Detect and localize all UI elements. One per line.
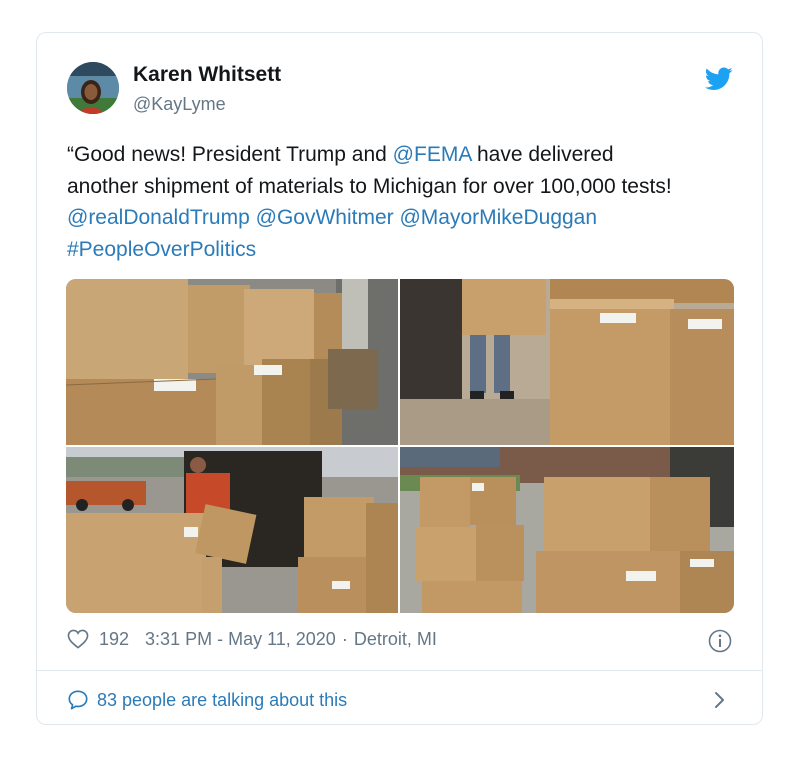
tweet-location[interactable]: Detroit, MI — [354, 629, 437, 650]
avatar[interactable] — [67, 62, 119, 114]
chevron-right-icon[interactable] — [713, 688, 727, 712]
speech-bubble-icon — [68, 690, 88, 710]
photo-boxes-lot[interactable] — [400, 447, 734, 613]
conversation-link[interactable]: 83 people are talking about this — [67, 687, 347, 713]
mention-link[interactable]: @GovWhitmer — [256, 206, 394, 229]
mention-link[interactable]: @FEMA — [393, 143, 472, 166]
mention-link[interactable]: @MayorMikeDuggan — [399, 206, 597, 229]
author-handle[interactable]: @KayLyme — [133, 94, 226, 115]
tweet-text-segment: “Good news! President Trump and — [67, 143, 393, 166]
tweet-meta: 192 3:31 PM - May 11, 2020 · Detroit, MI — [67, 627, 437, 651]
like-count[interactable]: 192 — [99, 629, 129, 650]
photo-boxes-warehouse-2[interactable] — [400, 279, 734, 445]
tweet-text-line: @realDonaldTrump @GovWhitmer @MayorMikeD… — [67, 202, 737, 234]
tweet-text-line: “Good news! President Trump and @FEMA ha… — [67, 139, 737, 171]
tweet-text-line: #PeopleOverPolitics — [67, 234, 737, 266]
mention-link[interactable]: @realDonaldTrump — [67, 206, 250, 229]
tweet-timestamp[interactable]: 3:31 PM - May 11, 2020 — [145, 629, 336, 650]
photo-boxes-truck[interactable] — [66, 447, 398, 613]
author-name[interactable]: Karen Whitsett — [133, 63, 281, 87]
hashtag-link[interactable]: #PeopleOverPolitics — [67, 238, 256, 261]
heart-icon[interactable] — [67, 629, 89, 649]
divider — [37, 670, 762, 671]
photo-grid — [66, 279, 734, 613]
tweet-text-line: another shipment of materials to Michiga… — [67, 171, 737, 203]
tweet-text: “Good news! President Trump and @FEMA ha… — [67, 139, 737, 265]
photo-boxes-warehouse-1[interactable] — [66, 279, 398, 445]
tweet-card: Karen Whitsett @KayLyme “Good news! Pres… — [36, 32, 763, 725]
avatar-image — [67, 62, 119, 114]
tweet-text-segment: have delivered — [471, 143, 614, 166]
meta-separator: · — [341, 628, 348, 649]
info-icon[interactable] — [708, 629, 732, 653]
twitter-bird-icon[interactable] — [705, 67, 733, 91]
tweet-text-segment: another shipment of materials to Michiga… — [67, 174, 672, 198]
talking-label: 83 people are talking about this — [97, 689, 348, 710]
